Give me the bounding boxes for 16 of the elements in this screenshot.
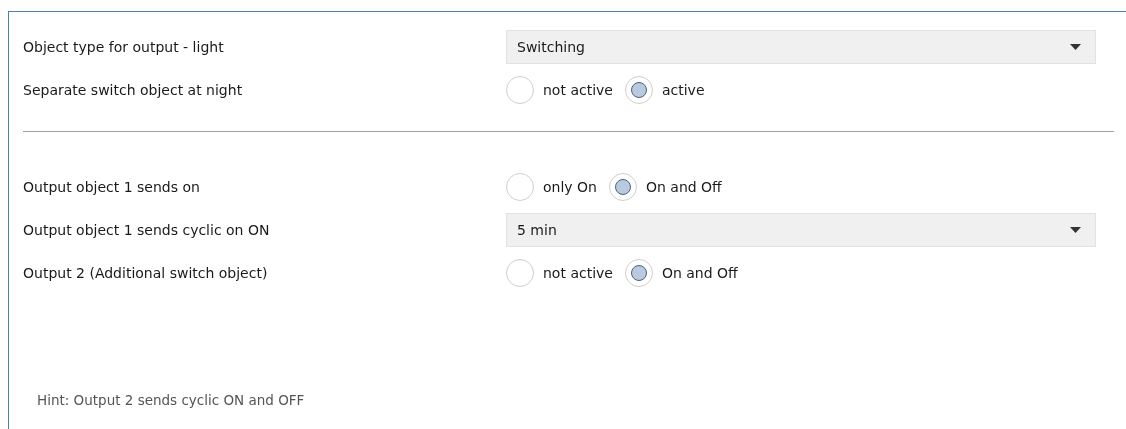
radio-option[interactable]: On and Off bbox=[624, 258, 738, 287]
radio-option[interactable]: active bbox=[624, 75, 705, 104]
setting-label: Separate switch object at night bbox=[23, 81, 244, 98]
setting-label: Object type for output - light bbox=[23, 38, 225, 55]
setting-label: Output 2 (Additional switch object) bbox=[23, 264, 269, 281]
radio-option[interactable]: On and Off bbox=[608, 172, 722, 201]
hint-text: Hint: Output 2 sends cyclic ON and OFF bbox=[37, 392, 306, 408]
caret-icon bbox=[1070, 43, 1081, 50]
radio-option[interactable]: only On bbox=[506, 172, 597, 201]
radio-option[interactable]: not active bbox=[506, 258, 613, 287]
radio-option[interactable]: not active bbox=[506, 75, 613, 104]
dropdown[interactable]: Switching bbox=[506, 29, 1096, 64]
setting-label: Output object 1 sends cyclic on ON bbox=[23, 221, 271, 238]
dropdown[interactable]: 5 min bbox=[506, 212, 1096, 247]
caret-icon bbox=[1070, 226, 1081, 233]
setting-label: Output object 1 sends on bbox=[23, 178, 201, 195]
